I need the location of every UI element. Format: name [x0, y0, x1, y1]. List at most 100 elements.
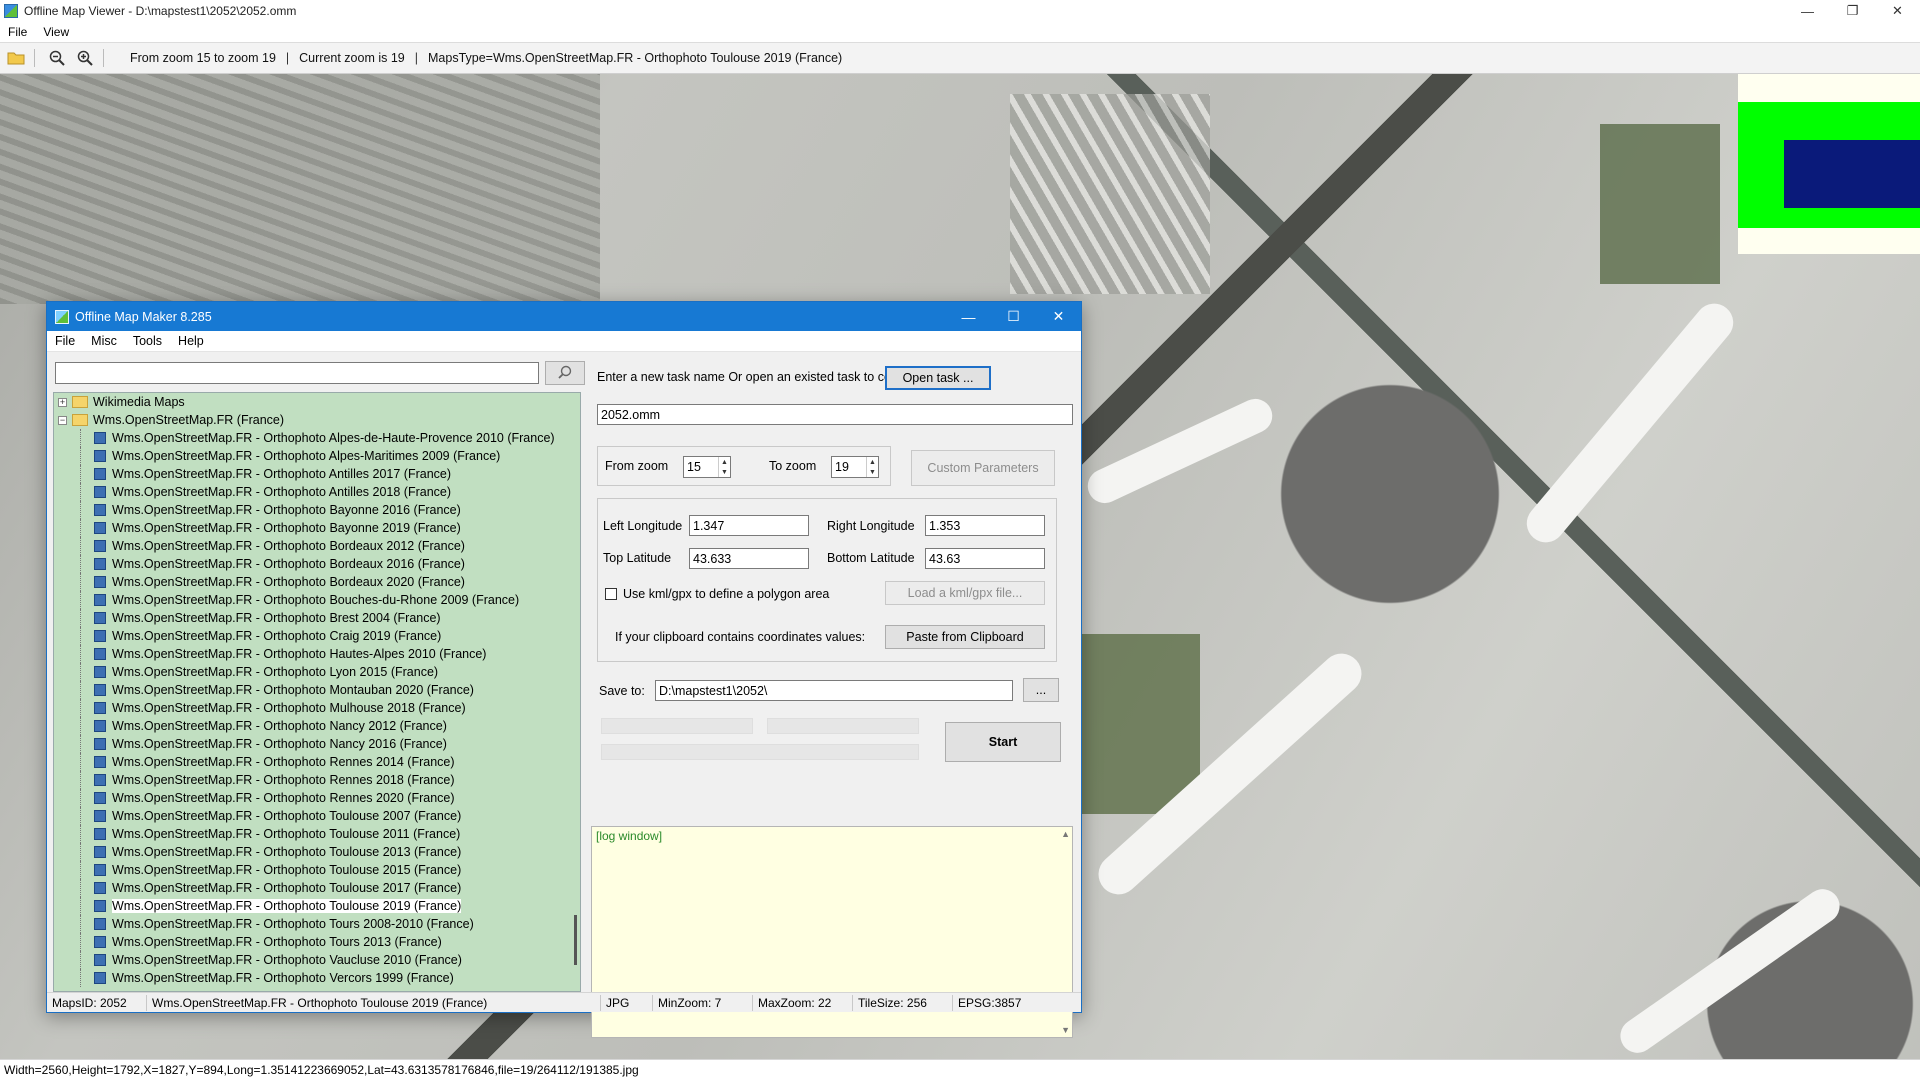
map-layer-icon: [94, 936, 106, 948]
menu-help[interactable]: Help: [170, 334, 212, 348]
menu-file[interactable]: File: [47, 334, 83, 348]
to-zoom-stepper[interactable]: ▲▼: [831, 456, 879, 478]
tree-line: [80, 609, 81, 627]
tree-root-osm-fr[interactable]: − Wms.OpenStreetMap.FR (France): [54, 411, 580, 429]
tree-line: [80, 573, 81, 591]
tree-item[interactable]: Wms.OpenStreetMap.FR - Orthophoto Rennes…: [54, 789, 580, 807]
open-folder-icon[interactable]: [4, 46, 28, 70]
tree-item[interactable]: Wms.OpenStreetMap.FR - Orthophoto Hautes…: [54, 645, 580, 663]
save-path-field[interactable]: [655, 680, 1013, 701]
restore-icon[interactable]: ❐: [1830, 0, 1875, 22]
tree-item[interactable]: Wms.OpenStreetMap.FR - Orthophoto Vercor…: [54, 969, 580, 987]
tree-item[interactable]: Wms.OpenStreetMap.FR - Orthophoto Toulou…: [54, 825, 580, 843]
menu-misc[interactable]: Misc: [83, 334, 125, 348]
zoom-out-icon[interactable]: [45, 46, 69, 70]
tree-item[interactable]: Wms.OpenStreetMap.FR - Orthophoto Nancy …: [54, 717, 580, 735]
tree-item[interactable]: Wms.OpenStreetMap.FR - Orthophoto Toulou…: [54, 861, 580, 879]
tree-line: [80, 879, 81, 897]
from-zoom-stepper[interactable]: ▲▼: [683, 456, 731, 478]
status-min-zoom: MinZoom: 7: [653, 994, 753, 1011]
minimize-icon[interactable]: —: [1785, 0, 1830, 22]
tree-root-wikimedia[interactable]: + Wikimedia Maps: [54, 393, 580, 411]
maps-type-text: MapsType=Wms.OpenStreetMap.FR - Orthopho…: [428, 51, 843, 65]
tree-item-label: Wms.OpenStreetMap.FR - Orthophoto Toulou…: [112, 845, 462, 859]
tree-item[interactable]: Wms.OpenStreetMap.FR - Orthophoto Lyon 2…: [54, 663, 580, 681]
tree-item[interactable]: Wms.OpenStreetMap.FR - Orthophoto Mulhou…: [54, 699, 580, 717]
tree-line: [80, 861, 81, 879]
tree-item[interactable]: Wms.OpenStreetMap.FR - Orthophoto Toulou…: [54, 807, 580, 825]
tree-item[interactable]: Wms.OpenStreetMap.FR - Orthophoto Bayonn…: [54, 501, 580, 519]
close-icon[interactable]: ✕: [1036, 302, 1081, 331]
zoom-in-icon[interactable]: [73, 46, 97, 70]
search-button[interactable]: [545, 361, 585, 385]
map-source-tree[interactable]: + Wikimedia Maps − Wms.OpenStreetMap.FR (Fr…: [53, 392, 581, 992]
collapse-icon[interactable]: −: [58, 415, 67, 425]
tree-item[interactable]: Wms.OpenStreetMap.FR - Orthophoto Toulou…: [54, 843, 580, 861]
tree-item[interactable]: Wms.OpenStreetMap.FR - Orthophoto Brest …: [54, 609, 580, 627]
load-kml-button[interactable]: Load a kml/gpx file...: [885, 581, 1045, 605]
map-layer-icon: [94, 648, 106, 660]
tree-item[interactable]: Wms.OpenStreetMap.FR - Orthophoto Rennes…: [54, 771, 580, 789]
tree-item[interactable]: Wms.OpenStreetMap.FR - Orthophoto Alpes-…: [54, 447, 580, 465]
tree-scrollbar[interactable]: [568, 393, 580, 991]
minimize-icon[interactable]: —: [946, 302, 991, 331]
menu-view[interactable]: View: [35, 25, 77, 39]
tree-item[interactable]: Wms.OpenStreetMap.FR - Orthophoto Antill…: [54, 465, 580, 483]
tree-item[interactable]: Wms.OpenStreetMap.FR - Orthophoto Bordea…: [54, 573, 580, 591]
spin-down-icon[interactable]: ▼: [719, 467, 730, 477]
maximize-icon[interactable]: ☐: [991, 302, 1036, 331]
folder-open-icon: [72, 414, 88, 426]
tree-item[interactable]: Wms.OpenStreetMap.FR - Orthophoto Tours …: [54, 915, 580, 933]
left-longitude-field[interactable]: [689, 515, 809, 536]
tree-item[interactable]: Wms.OpenStreetMap.FR - Orthophoto Toulou…: [54, 879, 580, 897]
tree-line: [80, 663, 81, 681]
tree-item[interactable]: Wms.OpenStreetMap.FR - Orthophoto Toulou…: [54, 897, 580, 915]
right-longitude-field[interactable]: [925, 515, 1045, 536]
tree-item[interactable]: Wms.OpenStreetMap.FR - Orthophoto Nancy …: [54, 735, 580, 753]
scroll-down-icon[interactable]: ▼: [1061, 1025, 1070, 1035]
top-latitude-field[interactable]: [689, 548, 809, 569]
tree-item[interactable]: Wms.OpenStreetMap.FR - Orthophoto Bordea…: [54, 537, 580, 555]
map-airplane: [1613, 882, 1847, 1059]
tree-item[interactable]: Wms.OpenStreetMap.FR - Orthophoto Bouche…: [54, 591, 580, 609]
start-button[interactable]: Start: [945, 722, 1061, 762]
tree-item[interactable]: Wms.OpenStreetMap.FR - Orthophoto Craig …: [54, 627, 580, 645]
tree-line: [80, 843, 81, 861]
search-input[interactable]: [55, 362, 539, 384]
viewer-title: Offline Map Viewer - D:\mapstest1\2052\2…: [24, 4, 297, 18]
to-zoom-input[interactable]: [832, 457, 866, 477]
tree-item-label: Wms.OpenStreetMap.FR - Orthophoto Bouche…: [112, 593, 520, 607]
tree-scrollbar-thumb[interactable]: [574, 915, 577, 965]
kml-checkbox[interactable]: [605, 588, 617, 600]
tree-item[interactable]: Wms.OpenStreetMap.FR - Orthophoto Vauclu…: [54, 951, 580, 969]
map-layer-icon: [94, 846, 106, 858]
dialog-status-bar: MapsID: 2052 Wms.OpenStreetMap.FR - Orth…: [47, 992, 1081, 1012]
paste-clipboard-button[interactable]: Paste from Clipboard: [885, 625, 1045, 649]
browse-button[interactable]: ...: [1023, 678, 1059, 702]
task-name-field[interactable]: [597, 404, 1073, 425]
spin-up-icon[interactable]: ▲: [867, 457, 878, 467]
log-text: [log window]: [596, 829, 663, 843]
tree-item[interactable]: Wms.OpenStreetMap.FR - Orthophoto Montau…: [54, 681, 580, 699]
tree-item[interactable]: Wms.OpenStreetMap.FR - Orthophoto Alpes-…: [54, 429, 580, 447]
bottom-latitude-field[interactable]: [925, 548, 1045, 569]
spin-down-icon[interactable]: ▼: [867, 467, 878, 477]
dialog-window-controls: — ☐ ✕: [946, 302, 1081, 331]
scroll-up-icon[interactable]: ▲: [1061, 829, 1070, 839]
menu-file[interactable]: File: [0, 25, 35, 39]
minimap-viewport[interactable]: [1784, 140, 1920, 208]
from-zoom-input[interactable]: [684, 457, 718, 477]
close-icon[interactable]: ✕: [1875, 0, 1920, 22]
expand-icon[interactable]: +: [58, 397, 67, 407]
minimap[interactable]: [1738, 74, 1920, 254]
tree-item[interactable]: Wms.OpenStreetMap.FR - Orthophoto Antill…: [54, 483, 580, 501]
spin-up-icon[interactable]: ▲: [719, 457, 730, 467]
open-task-button[interactable]: Open task ...: [885, 366, 991, 390]
tree-item-label: Wms.OpenStreetMap.FR - Orthophoto Bayonn…: [112, 521, 461, 535]
menu-tools[interactable]: Tools: [125, 334, 170, 348]
custom-parameters-button[interactable]: Custom Parameters: [911, 450, 1055, 486]
tree-item[interactable]: Wms.OpenStreetMap.FR - Orthophoto Bayonn…: [54, 519, 580, 537]
tree-item[interactable]: Wms.OpenStreetMap.FR - Orthophoto Bordea…: [54, 555, 580, 573]
tree-item[interactable]: Wms.OpenStreetMap.FR - Orthophoto Tours …: [54, 933, 580, 951]
tree-item[interactable]: Wms.OpenStreetMap.FR - Orthophoto Rennes…: [54, 753, 580, 771]
